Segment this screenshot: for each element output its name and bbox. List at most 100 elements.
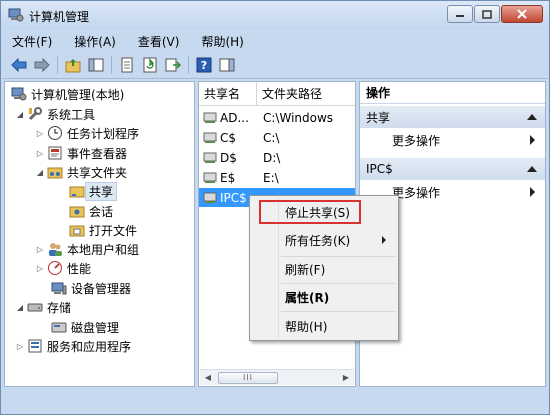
collapse-arrow-icon[interactable]: ◢ [15, 110, 25, 119]
list-row[interactable]: AD... C:\Windows [199, 108, 355, 127]
actions-section-shares[interactable]: 共享 [360, 106, 545, 128]
column-header-share-name[interactable]: 共享名 [199, 81, 257, 106]
menu-item-refresh[interactable]: 刷新(F) [252, 257, 396, 281]
tree-item-device-manager[interactable]: 设备管理器 [51, 279, 131, 297]
more-actions-label: 更多操作 [392, 133, 441, 148]
export-list-icon [165, 58, 181, 72]
submenu-arrow-icon [530, 135, 535, 145]
toolbar: ? [2, 52, 548, 79]
tree-item-shares[interactable]: 共享 [69, 181, 118, 201]
tree-label-selected: 共享 [85, 181, 118, 201]
computer-management-icon [11, 87, 27, 101]
collapse-arrow-icon[interactable]: ◢ [15, 303, 25, 312]
list-row[interactable]: E$ E:\ [199, 168, 355, 187]
horizontal-scrollbar[interactable]: ◀ III ▶ [200, 369, 354, 385]
forward-button[interactable] [33, 56, 51, 74]
tree-item-event-viewer[interactable]: ▷ 事件查看器 [35, 144, 127, 162]
network-share-icon [203, 152, 217, 163]
expand-arrow-icon[interactable]: ▷ [35, 264, 45, 273]
menu-separator [281, 311, 395, 312]
export-list-button[interactable] [164, 56, 182, 74]
properties-button[interactable] [118, 56, 136, 74]
list-header: 共享名 文件夹路径 [199, 81, 355, 106]
menu-separator [281, 283, 395, 284]
list-row[interactable]: C$ C:\ [199, 128, 355, 147]
forward-icon [34, 58, 50, 72]
sessions-icon [69, 206, 85, 218]
refresh-icon [143, 57, 157, 73]
title-bar[interactable]: 计算机管理 [1, 1, 549, 30]
tree-label: 磁盘管理 [71, 320, 120, 335]
expand-arrow-icon[interactable]: ▷ [15, 342, 25, 351]
share-name: D$ [220, 150, 237, 165]
more-actions-shares[interactable]: 更多操作 [360, 129, 545, 151]
tree-label: 打开文件 [89, 223, 138, 238]
tree-item-system-tools[interactable]: ◢ 系统工具 [15, 105, 95, 123]
menu-bar: 文件(F) 操作(A) 查看(V) 帮助(H) [2, 30, 548, 52]
menu-action[interactable]: 操作(A) [74, 33, 116, 50]
share-name: IPC$ [220, 190, 247, 205]
scroll-right-icon[interactable]: ▶ [338, 373, 354, 382]
list-row[interactable]: D$ D:\ [199, 148, 355, 167]
scroll-left-icon[interactable]: ◀ [200, 373, 216, 382]
menu-item-label: 刷新(F) [285, 262, 326, 277]
tree-label: 事件查看器 [67, 146, 128, 161]
menu-view[interactable]: 查看(V) [138, 33, 180, 50]
share-name: E$ [220, 170, 236, 185]
up-button[interactable] [64, 56, 82, 74]
action-pane-icon [219, 58, 235, 72]
tree-item-local-users[interactable]: ▷ 本地用户和组 [35, 240, 139, 258]
maximize-button[interactable] [474, 5, 500, 23]
tree-item-storage[interactable]: ◢ 存储 [15, 298, 71, 316]
more-actions-label: 更多操作 [392, 185, 441, 200]
network-share-icon [203, 192, 217, 203]
show-hide-tree-button[interactable] [87, 56, 105, 74]
expand-arrow-icon[interactable]: ▷ [35, 129, 45, 138]
minimize-button[interactable] [447, 5, 473, 23]
network-share-icon [203, 112, 217, 123]
navigation-tree[interactable]: 计算机管理(本地) ◢ 系统工具 ▷ 任务计划程序 ▷ 事件查看器 ◢ 共享文件… [4, 81, 195, 387]
tree-item-open-files[interactable]: 打开文件 [69, 221, 137, 239]
menu-file[interactable]: 文件(F) [12, 33, 52, 50]
expand-arrow-icon[interactable]: ▷ [35, 245, 45, 254]
menu-item-properties[interactable]: 属性(R) [252, 285, 396, 309]
tree-label: 本地用户和组 [67, 242, 140, 257]
close-button[interactable] [501, 5, 543, 23]
tree-label: 性能 [67, 261, 92, 276]
expand-arrow-icon[interactable]: ▷ [35, 149, 45, 158]
tree-item-shared-folders[interactable]: ◢ 共享文件夹 [35, 163, 127, 181]
action-pane-button[interactable] [218, 56, 236, 74]
tree-item-root[interactable]: 计算机管理(本地) [11, 85, 124, 103]
shared-folder-icon [47, 167, 63, 179]
tree-item-disk-management[interactable]: 磁盘管理 [51, 318, 119, 336]
toolbar-separator [188, 56, 189, 74]
scroll-thumb[interactable]: III [218, 371, 278, 384]
toolbar-separator [111, 56, 112, 74]
share-folder-icon [69, 186, 85, 198]
collapse-up-icon[interactable] [527, 114, 537, 120]
menu-item-label: 所有任务(K) [285, 233, 351, 248]
back-button[interactable] [10, 56, 28, 74]
menu-item-help[interactable]: 帮助(H) [252, 314, 396, 338]
tree-item-services-apps[interactable]: ▷ 服务和应用程序 [15, 337, 131, 355]
tree-item-task-scheduler[interactable]: ▷ 任务计划程序 [35, 124, 139, 142]
section-label: 共享 [366, 110, 391, 125]
tree-item-performance[interactable]: ▷ 性能 [35, 259, 91, 277]
menu-item-all-tasks[interactable]: 所有任务(K) [252, 228, 396, 252]
column-header-folder-path[interactable]: 文件夹路径 [257, 82, 322, 106]
collapse-up-icon[interactable] [527, 166, 537, 172]
properties-icon [121, 57, 133, 73]
back-icon [11, 58, 27, 72]
system-tools-icon [28, 107, 42, 121]
collapse-arrow-icon[interactable]: ◢ [35, 168, 45, 177]
window-title: 计算机管理 [29, 10, 90, 24]
refresh-button[interactable] [141, 56, 159, 74]
actions-section-ipc[interactable]: IPC$ [360, 158, 545, 180]
menu-help[interactable]: 帮助(H) [201, 33, 243, 50]
help-button[interactable]: ? [195, 56, 213, 74]
menu-item-stop-sharing[interactable]: 停止共享(S) [259, 200, 361, 224]
tree-item-sessions[interactable]: 会话 [69, 202, 113, 220]
section-label: IPC$ [366, 162, 393, 176]
up-folder-icon [65, 59, 81, 73]
performance-icon [48, 261, 62, 275]
